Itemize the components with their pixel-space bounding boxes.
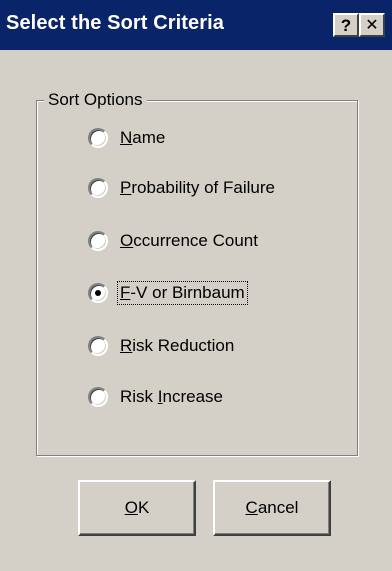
radio-button[interactable]: [88, 128, 108, 148]
mnemonic: O: [120, 231, 134, 250]
ok-label: OK: [124, 498, 150, 517]
mnemonic: O: [124, 498, 138, 517]
help-button[interactable]: ?: [333, 13, 359, 37]
radio-option-risk-increase[interactable]: Risk Increase: [88, 384, 225, 410]
radio-label[interactable]: Risk Reduction: [118, 335, 236, 357]
label-rest: ame: [132, 128, 166, 147]
label-rest: ncrease: [162, 387, 223, 406]
radio-option-probability-of-failure[interactable]: Probability of Failure: [88, 175, 277, 201]
radio-option-fv-or-birnbaum[interactable]: F-V or Birnbaum: [88, 280, 248, 306]
cancel-button[interactable]: Cancel: [213, 480, 331, 536]
radio-option-name[interactable]: Name: [88, 125, 167, 151]
mnemonic: F: [120, 283, 131, 302]
radio-button[interactable]: [88, 178, 108, 198]
radio-label[interactable]: F-V or Birnbaum: [117, 281, 248, 305]
radio-label[interactable]: Name: [118, 127, 167, 149]
radio-label[interactable]: Risk Increase: [118, 386, 225, 408]
radio-option-risk-reduction[interactable]: Risk Reduction: [88, 333, 236, 359]
sort-criteria-dialog: Select the Sort Criteria ? ✕ Sort Option…: [0, 0, 392, 571]
mnemonic: N: [120, 128, 133, 147]
title-bar[interactable]: Select the Sort Criteria ? ✕: [0, 0, 392, 50]
ok-button[interactable]: OK: [78, 480, 196, 536]
close-icon: ✕: [365, 15, 379, 34]
dialog-title: Select the Sort Criteria: [6, 12, 225, 34]
sort-options-legend: Sort Options: [44, 89, 147, 111]
radio-option-occurrence-count[interactable]: Occurrence Count: [88, 228, 260, 254]
radio-button[interactable]: [88, 387, 108, 407]
radio-button-selected[interactable]: [88, 283, 108, 303]
label-rest: -V or Birnbaum: [130, 283, 245, 302]
radio-label[interactable]: Probability of Failure: [118, 177, 277, 199]
radio-label[interactable]: Occurrence Count: [118, 230, 260, 252]
mnemonic: C: [245, 498, 258, 517]
radio-button[interactable]: [88, 336, 108, 356]
help-icon: ?: [340, 15, 352, 35]
selected-dot: [95, 290, 101, 296]
label-start: Risk: [120, 387, 158, 406]
close-button[interactable]: ✕: [359, 13, 385, 37]
cancel-label: Cancel: [245, 498, 299, 517]
label-rest: robability of Failure: [131, 178, 275, 197]
label-rest: ccurrence Count: [133, 231, 258, 250]
mnemonic: P: [120, 178, 132, 197]
label-rest: isk Reduction: [132, 336, 235, 355]
radio-button[interactable]: [88, 231, 108, 251]
mnemonic: R: [120, 336, 133, 355]
